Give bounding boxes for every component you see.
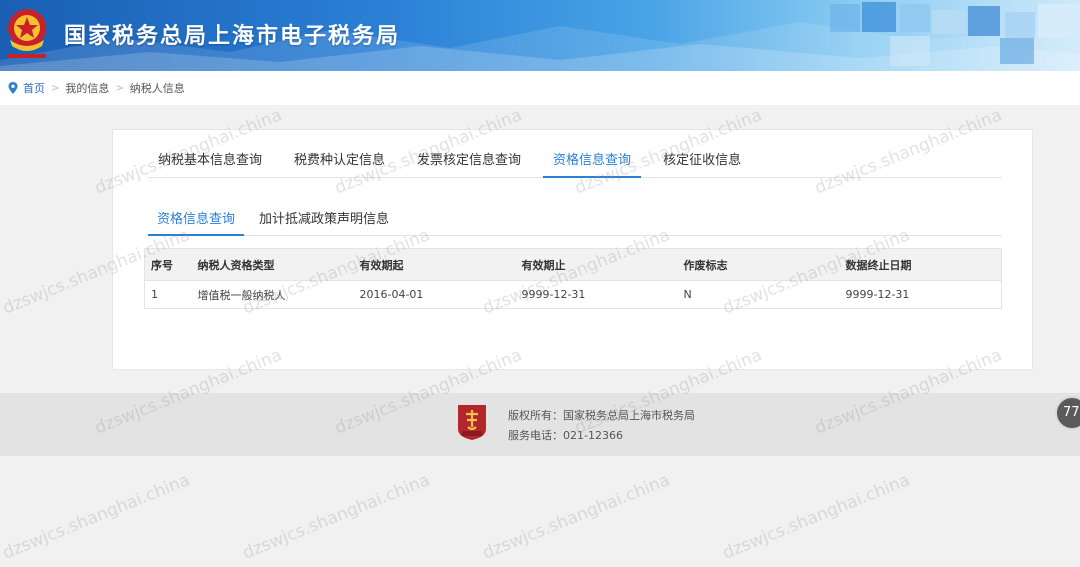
site-header: 国家税务总局上海市电子税务局 [0, 0, 1080, 71]
tax-emblem-icon [8, 9, 46, 58]
sub-tab-bar: 资格信息查询 加计抵减政策声明信息 [148, 210, 1002, 236]
footer-info: 版权所有：国家税务总局上海市税务局 服务电话：021-12366 [508, 406, 695, 446]
site-title: 国家税务总局上海市电子税务局 [64, 24, 401, 49]
tab-basic-info[interactable]: 纳税基本信息查询 [148, 150, 272, 178]
breadcrumb-home-link[interactable]: 首页 [23, 80, 45, 96]
column-header-qualification-type: 纳税人资格类型 [191, 248, 354, 281]
watermark: dzswjcs.shanghai.china [480, 470, 673, 564]
watermark: dzswjcs.shanghai.china [0, 470, 193, 564]
cell-valid-to: 9999-12-31 [515, 280, 678, 309]
location-pin-icon [8, 82, 18, 94]
qualification-table: 序号 纳税人资格类型 有效期起 有效期止 作废标志 数据终止日期 1 增值税一般… [144, 248, 1002, 309]
cell-qualification-type: 增值税一般纳税人 [191, 280, 354, 309]
subtab-qualification-query[interactable]: 资格信息查询 [148, 210, 245, 236]
subtab-deduction-policy-declaration[interactable]: 加计抵减政策声明信息 [250, 210, 398, 236]
tax-badge-icon [458, 405, 486, 440]
column-header-valid-to: 有效期止 [515, 248, 678, 281]
breadcrumb-separator: > [115, 82, 124, 94]
breadcrumb-my-info-link[interactable]: 我的信息 [65, 80, 109, 96]
site-footer: 版权所有：国家税务总局上海市税务局 服务电话：021-12366 [0, 393, 1080, 456]
column-header-void-flag: 作废标志 [677, 248, 840, 281]
cell-valid-from: 2016-04-01 [353, 280, 516, 309]
cell-void-flag: N [677, 280, 840, 309]
table-header-row: 序号 纳税人资格类型 有效期起 有效期止 作废标志 数据终止日期 [144, 248, 1002, 281]
header-decor-blocks [830, 2, 1080, 66]
table-row: 1 增值税一般纳税人 2016-04-01 9999-12-31 N 9999-… [144, 280, 1002, 309]
breadcrumb-separator: > [51, 82, 60, 94]
tab-invoice-approval[interactable]: 发票核定信息查询 [407, 150, 531, 178]
column-header-valid-from: 有效期起 [353, 248, 516, 281]
content-card: 纳税基本信息查询 税费种认定信息 发票核定信息查询 资格信息查询 核定征收信息 … [112, 129, 1033, 370]
watermark: dzswjcs.shanghai.china [240, 470, 433, 564]
footer-copyright: 版权所有：国家税务总局上海市税务局 [508, 409, 695, 422]
tab-tax-type-recognition[interactable]: 税费种认定信息 [284, 150, 395, 178]
breadcrumb-current: 纳税人信息 [129, 82, 185, 95]
watermark: dzswjcs.shanghai.china [720, 470, 913, 564]
cell-index: 1 [144, 280, 192, 309]
breadcrumb: 首页 > 我的信息 > 纳税人信息 [0, 71, 1080, 105]
tab-qualification-info[interactable]: 资格信息查询 [543, 150, 642, 178]
footer-phone: 服务电话：021-12366 [508, 429, 623, 442]
main-tab-bar: 纳税基本信息查询 税费种认定信息 发票核定信息查询 资格信息查询 核定征收信息 [148, 150, 1002, 178]
column-header-data-end-date: 数据终止日期 [839, 248, 1002, 281]
tab-assessed-collection[interactable]: 核定征收信息 [653, 150, 751, 178]
cell-data-end-date: 9999-12-31 [839, 280, 1002, 309]
column-header-index: 序号 [144, 248, 192, 281]
